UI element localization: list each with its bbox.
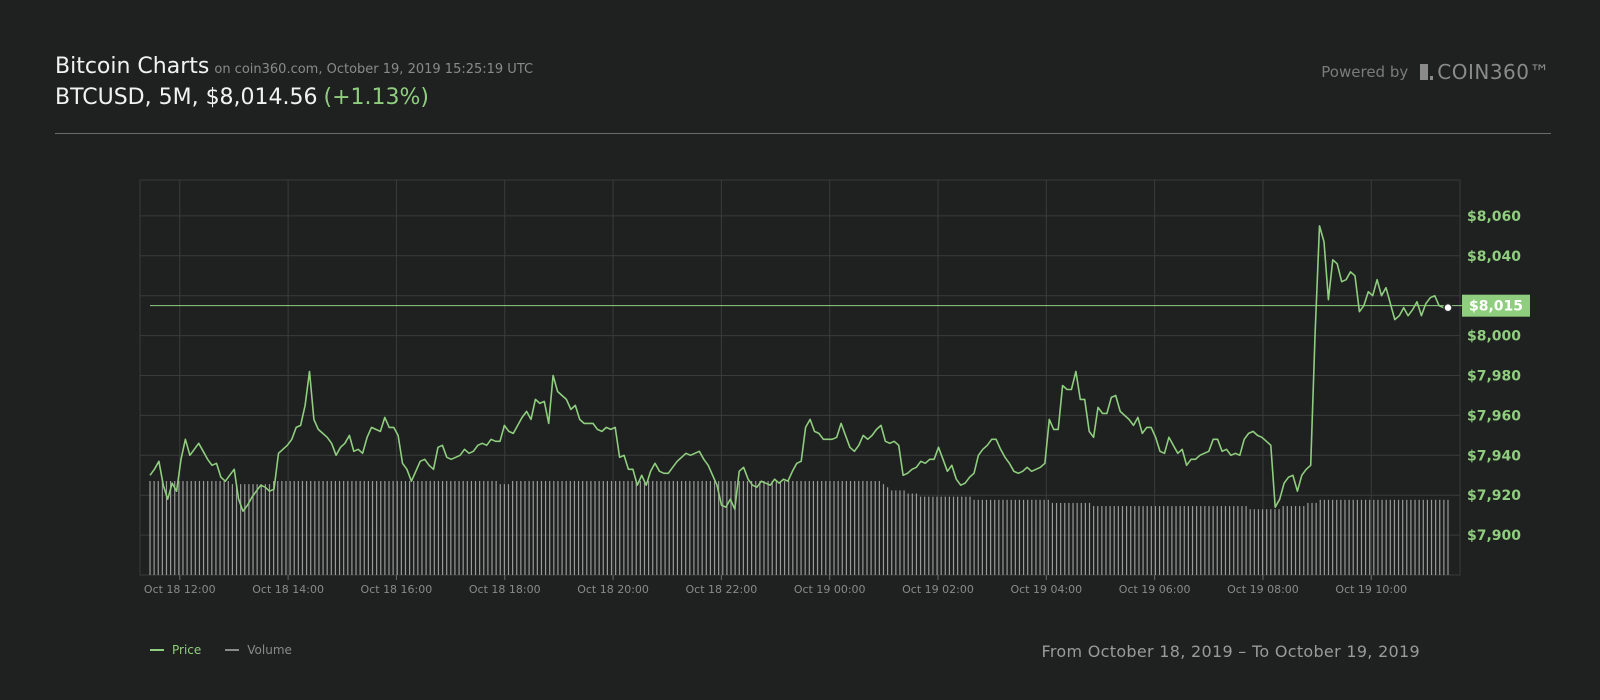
y-tick-label: $7,900 <box>1467 528 1521 544</box>
date-range: From October 18, 2019 – To October 19, 2… <box>1041 642 1420 661</box>
x-tick-label: Oct 18 14:00 <box>252 583 324 596</box>
y-tick-label: $7,960 <box>1467 408 1521 424</box>
y-tick-label: $8,060 <box>1467 209 1521 225</box>
current-price-label: $8,015 <box>1469 299 1523 315</box>
legend-price-label: Price <box>172 643 202 657</box>
legend-volume-label: Volume <box>247 643 292 657</box>
last-price-dot <box>1443 302 1453 313</box>
x-tick-label: Oct 18 22:00 <box>686 583 758 596</box>
x-tick-label: Oct 19 04:00 <box>1010 583 1082 596</box>
x-tick-label: Oct 19 08:00 <box>1227 583 1299 596</box>
price-series-line <box>149 225 1448 513</box>
legend-volume-swatch <box>225 649 240 651</box>
x-tick-label: Oct 18 16:00 <box>361 583 433 596</box>
y-tick-label: $7,940 <box>1467 448 1521 464</box>
x-tick-label: Oct 19 00:00 <box>794 583 866 596</box>
x-tick-label: Oct 18 12:00 <box>144 583 216 596</box>
legend-price-swatch <box>150 649 164 651</box>
chart-legend: Price Volume <box>150 643 316 657</box>
x-tick-label: Oct 19 02:00 <box>902 583 974 596</box>
price-chart[interactable]: $7,900 $7,920 $7,940 $7,960 $7,980 $8,000 $8,0… <box>0 0 1600 620</box>
legend-item-volume[interactable]: Volume <box>225 643 292 657</box>
y-tick-label: $7,980 <box>1467 369 1521 385</box>
legend-item-price[interactable]: Price <box>150 643 201 657</box>
x-tick-label: Oct 19 10:00 <box>1335 583 1407 596</box>
x-tick-label: Oct 18 18:00 <box>469 583 541 596</box>
y-tick-label: $8,000 <box>1467 329 1521 345</box>
x-tick-label: Oct 18 20:00 <box>577 583 649 596</box>
y-tick-label: $7,920 <box>1467 488 1521 504</box>
x-tick-label: Oct 19 06:00 <box>1119 583 1191 596</box>
y-tick-label: $8,040 <box>1467 249 1521 265</box>
